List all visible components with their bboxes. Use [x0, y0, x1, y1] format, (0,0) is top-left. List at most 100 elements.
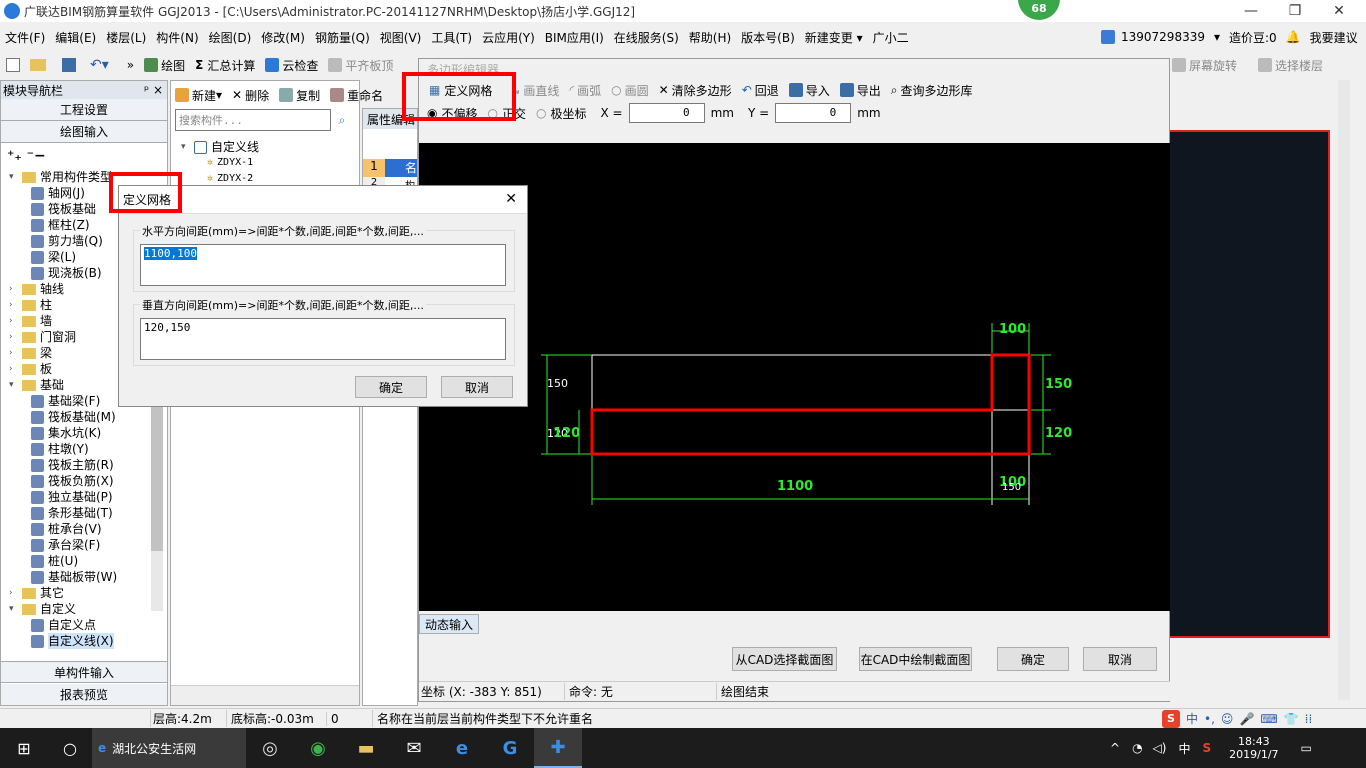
taskbar-search-box[interactable]: e 湖北公安生活网	[92, 728, 246, 768]
tree-item[interactable]: 桩承台(V)	[9, 521, 167, 537]
dialog-cancel-button[interactable]: 取消	[441, 376, 513, 398]
menu-file[interactable]: 文件(F)	[0, 29, 50, 46]
tree-item[interactable]: 筏板主筋(R)	[9, 457, 167, 473]
x-input[interactable]: 0	[628, 103, 705, 123]
delete-component-button[interactable]: ✕ 删除	[232, 87, 269, 104]
tree-item[interactable]: 筏板负筋(X)	[9, 473, 167, 489]
drawing-viewport[interactable]	[1166, 130, 1330, 638]
right-scrollbar[interactable]	[1338, 80, 1350, 700]
draw-line-button[interactable]: ↘ 画直线	[510, 82, 559, 99]
menu-view[interactable]: 视图(V)	[375, 29, 427, 46]
menu-online[interactable]: 在线服务(S)	[609, 29, 684, 46]
new-component-button[interactable]: 新建 ▾	[175, 87, 222, 104]
nav-pin-icon[interactable]: ᵖ ×	[144, 83, 163, 97]
grid-menu-icon[interactable]: ⁞⁞	[1305, 712, 1313, 726]
expander-icon[interactable]: ›	[9, 297, 19, 313]
emoji-icon[interactable]: ☺	[1221, 712, 1234, 726]
pinned-app-icon[interactable]: ◎	[246, 738, 294, 759]
expand-collapse-icons[interactable]: ⁺₊ ⁻−	[1, 143, 167, 169]
select-floor-button[interactable]: 选择楼层	[1258, 57, 1323, 74]
flat-top-button[interactable]: 平齐板顶	[328, 57, 393, 74]
copy-component-button[interactable]: 复制	[279, 87, 320, 104]
mail-icon[interactable]: ✉	[390, 738, 438, 759]
mic-icon[interactable]: 🎤	[1239, 712, 1254, 726]
sogou-tray-icon[interactable]: S	[1202, 741, 1211, 755]
expander-icon[interactable]: ›	[9, 585, 19, 601]
tree-folder[interactable]: › 其它	[9, 585, 167, 601]
cortana-icon[interactable]: ○	[48, 728, 92, 768]
tree-item[interactable]: 柱墩(Y)	[9, 441, 167, 457]
y-input[interactable]: 0	[775, 103, 852, 123]
undo-button[interactable]: ↶ 回退	[742, 82, 779, 99]
glodon-app-icon[interactable]: G	[486, 738, 534, 759]
save-icon[interactable]	[62, 58, 76, 72]
minimize-button[interactable]: —	[1228, 0, 1274, 22]
expander-icon[interactable]: ›	[9, 329, 19, 345]
windows-start-icon[interactable]: ⊞	[0, 728, 48, 768]
rename-component-button[interactable]: 重命名	[330, 87, 383, 104]
tray-chevron-icon[interactable]: ^	[1110, 741, 1120, 755]
search-icon[interactable]: ⌕	[331, 109, 353, 131]
menu-cloud[interactable]: 云应用(Y)	[477, 29, 540, 46]
pinned-browser-icon[interactable]: ◉	[294, 738, 342, 759]
clear-polygon-button[interactable]: ✕ 清除多边形	[659, 82, 732, 99]
draw-in-cad-button[interactable]: 在CAD中绘制截面图	[859, 647, 972, 671]
expander-icon[interactable]: ›	[9, 281, 19, 297]
file-explorer-icon[interactable]: ▬	[342, 738, 390, 759]
score-badge[interactable]: 68	[1018, 0, 1060, 20]
tree-item[interactable]: 集水坑(K)	[9, 425, 167, 441]
dialog-ok-button[interactable]: 确定	[355, 376, 427, 398]
single-input-button[interactable]: 单构件输入	[1, 661, 167, 683]
ime-indicator[interactable]: 中	[1178, 740, 1190, 757]
menu-component[interactable]: 构件(N)	[151, 29, 203, 46]
query-library-button[interactable]: ⌕ 查询多边形库	[891, 82, 973, 99]
undo-icon[interactable]: ↶▾	[90, 57, 109, 73]
ggj-active-app-icon[interactable]: ✚	[534, 728, 582, 768]
component-search-input[interactable]: 搜索构件...	[175, 109, 331, 131]
sum-calc-button[interactable]: Σ 汇总计算	[195, 57, 255, 74]
prop-name-cell[interactable]: 名	[384, 159, 417, 177]
component-item[interactable]: ZDYX-1	[217, 155, 253, 171]
volume-icon[interactable]: ◁)	[1153, 741, 1167, 755]
keyboard-icon[interactable]: ⌨	[1260, 712, 1277, 726]
tree-item[interactable]: 桩(U)	[9, 553, 167, 569]
editor-cancel-button[interactable]: 取消	[1083, 647, 1157, 671]
tree-item[interactable]: 自定义线(X)	[9, 633, 167, 649]
expander-icon[interactable]: ▾	[9, 169, 19, 185]
menu-edit[interactable]: 编辑(E)	[50, 29, 101, 46]
sogou-icon[interactable]: S	[1162, 709, 1180, 728]
menu-version[interactable]: 版本号(B)	[736, 29, 800, 46]
open-file-icon[interactable]	[30, 59, 46, 71]
draw-button[interactable]: 绘图	[144, 57, 185, 74]
tree-item[interactable]: 自定义点	[9, 617, 167, 633]
custom-line-root[interactable]: 自定义线	[211, 139, 259, 155]
more-chevron-icon[interactable]: »	[127, 58, 134, 72]
import-button[interactable]: 导入	[788, 82, 830, 99]
menu-new-change[interactable]: 新建变更 ▾	[800, 29, 868, 46]
draw-circle-button[interactable]: ○ 画圆	[611, 82, 649, 99]
skin-icon[interactable]: 👕	[1284, 712, 1299, 726]
ime-toolbar[interactable]: S 中 •, ☺ 🎤 ⌨ 👕 ⁞⁞	[1162, 709, 1313, 728]
cad-canvas[interactable]: 100 150 120 1100 100 150 150 120 120	[419, 143, 1170, 611]
screen-rotate-button[interactable]: 屏幕旋转	[1172, 57, 1237, 74]
expander-icon[interactable]: ›	[9, 345, 19, 361]
dialog-close-icon[interactable]: ✕	[505, 191, 517, 207]
close-button[interactable]: ✕	[1316, 0, 1362, 22]
export-button[interactable]: 导出	[839, 82, 881, 99]
menu-bim[interactable]: BIM应用(I)	[540, 29, 609, 46]
new-file-icon[interactable]	[6, 58, 20, 72]
horizontal-spacing-input[interactable]: 1100,100	[140, 244, 506, 286]
menu-help[interactable]: 帮助(H)	[684, 29, 736, 46]
account-dropdown-icon[interactable]: ▾	[1208, 30, 1226, 44]
polar-radio[interactable]: ○ 极坐标	[536, 105, 587, 122]
expander-icon[interactable]: ›	[9, 313, 19, 329]
draw-arc-button[interactable]: ◜ 画弧	[569, 82, 601, 99]
vertical-spacing-input[interactable]: 120,150	[140, 318, 506, 360]
tree-item[interactable]: 独立基础(P)	[9, 489, 167, 505]
menu-assistant[interactable]: 广小二	[868, 29, 914, 46]
mid-scrollbar[interactable]	[171, 685, 359, 705]
tree-folder[interactable]: ▾ 自定义	[9, 601, 167, 617]
clock-time[interactable]: 18:43	[1238, 735, 1270, 748]
select-from-cad-button[interactable]: 从CAD选择截面图	[732, 647, 837, 671]
clock-date[interactable]: 2019/1/7	[1229, 748, 1278, 761]
